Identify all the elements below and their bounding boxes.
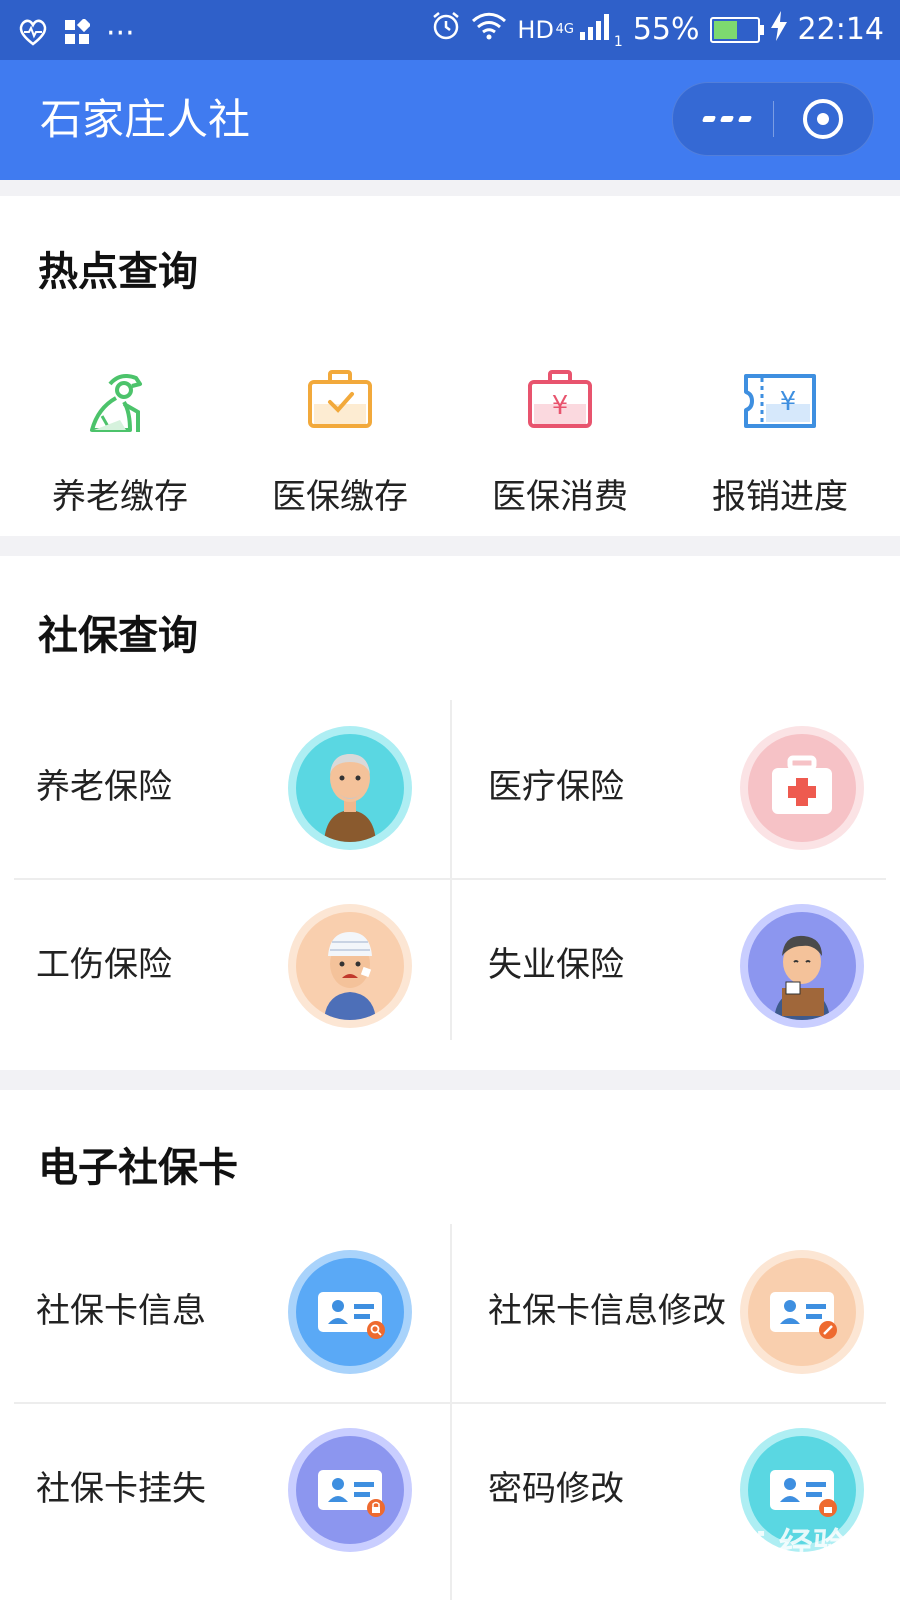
battery-fill — [713, 21, 737, 39]
grid-item-label: 密码修改 — [488, 1469, 624, 1509]
watermark: Bai 经验 jingyan.baidu.com — [706, 1518, 854, 1586]
first-aid-kit-icon — [740, 726, 864, 850]
close-button[interactable] — [801, 97, 845, 141]
sim-slot: 1 — [613, 34, 623, 50]
hot-item-label: 养老缴存 — [52, 477, 188, 517]
nav-bar: 石家庄人社 — [0, 60, 900, 180]
hot-item-medical-deposit[interactable]: 医保缴存 — [230, 364, 450, 520]
page-title: 石家庄人社 — [40, 95, 251, 144]
grid-item-label: 医疗保险 — [488, 767, 624, 807]
svg-text:¥: ¥ — [552, 391, 569, 421]
grid-item-card-info[interactable]: 社保卡信息 — [0, 1226, 440, 1402]
hot-query-title: 热点查询 — [38, 249, 198, 295]
briefcase-yen-icon: ¥ — [520, 364, 600, 444]
grid-item-label: 社保卡挂失 — [36, 1469, 206, 1509]
grid-item-card-report-loss[interactable]: 社保卡挂失 — [0, 1404, 440, 1580]
network-label: HD — [517, 16, 554, 44]
e-card-title: 电子社保卡 — [38, 1145, 238, 1191]
id-card-lock-icon — [288, 1428, 412, 1552]
ticket-yen-icon: ¥ — [740, 364, 820, 444]
hot-item-label: 医保消费 — [492, 477, 628, 517]
battery-percent: 55% — [632, 12, 700, 47]
grid-item-label: 养老保险 — [36, 767, 172, 807]
status-bar: ··· HD 4G 1 55% 22:14 — [0, 0, 900, 60]
charging-icon — [770, 11, 788, 49]
watermark-url: jingyan.baidu.com — [706, 1567, 854, 1586]
grid-item-label: 社保卡信息 — [36, 1291, 206, 1331]
briefcase-check-icon — [300, 364, 380, 444]
grid-item-work-injury-insurance[interactable]: 工伤保险 — [0, 880, 440, 1056]
id-card-search-icon — [288, 1250, 412, 1374]
hot-item-medical-consumption[interactable]: ¥ 医保消费 — [450, 364, 670, 520]
unemployed-man-avatar-icon — [740, 904, 864, 1028]
battery-icon — [709, 17, 764, 43]
health-icon — [18, 18, 48, 50]
hot-item-pension-deposit[interactable]: 养老缴存 — [10, 364, 230, 520]
wifi-icon — [471, 12, 507, 48]
status-dots: ··· — [106, 16, 135, 51]
elderly-person-icon — [80, 364, 160, 444]
social-security-section: 社保查询 养老保险 医疗保险 工伤保险 失业保险 — [0, 556, 900, 1070]
grid-item-pension-insurance[interactable]: 养老保险 — [0, 702, 440, 878]
hot-query-section: 热点查询 养老缴存 医保缴存 ¥ 医保消费 ¥ 报销进度 — [0, 196, 900, 536]
grid-item-label: 工伤保险 — [36, 945, 172, 985]
grid-item-medical-insurance[interactable]: 医疗保险 — [452, 702, 892, 878]
network-gen: 4G — [555, 22, 574, 37]
elderly-man-avatar-icon — [288, 726, 412, 850]
social-security-title: 社保查询 — [38, 613, 198, 659]
signal-icon — [579, 13, 612, 48]
clock: 22:14 — [797, 12, 884, 47]
grid-item-label: 社保卡信息修改 — [488, 1291, 726, 1331]
capsule-divider — [773, 101, 774, 137]
alarm-icon — [431, 11, 461, 49]
hot-item-reimbursement-progress[interactable]: ¥ 报销进度 — [670, 364, 890, 520]
more-button[interactable] — [701, 105, 755, 133]
target-close-icon — [803, 99, 843, 139]
grid-item-label: 失业保险 — [488, 945, 624, 985]
id-card-edit-icon — [740, 1250, 864, 1374]
hot-item-label: 报销进度 — [712, 477, 848, 517]
svg-text:¥: ¥ — [780, 387, 797, 417]
network-type: HD 4G — [517, 10, 574, 50]
grid-item-unemployment-insurance[interactable]: 失业保险 — [452, 880, 892, 1056]
mini-program-capsule — [672, 82, 874, 156]
watermark-brand: Bai 经验 — [706, 1526, 847, 1566]
grid-item-card-info-edit[interactable]: 社保卡信息修改 — [452, 1226, 892, 1402]
injured-man-avatar-icon — [288, 904, 412, 1028]
hot-item-label: 医保缴存 — [272, 477, 408, 517]
app-grid-icon — [64, 17, 92, 49]
